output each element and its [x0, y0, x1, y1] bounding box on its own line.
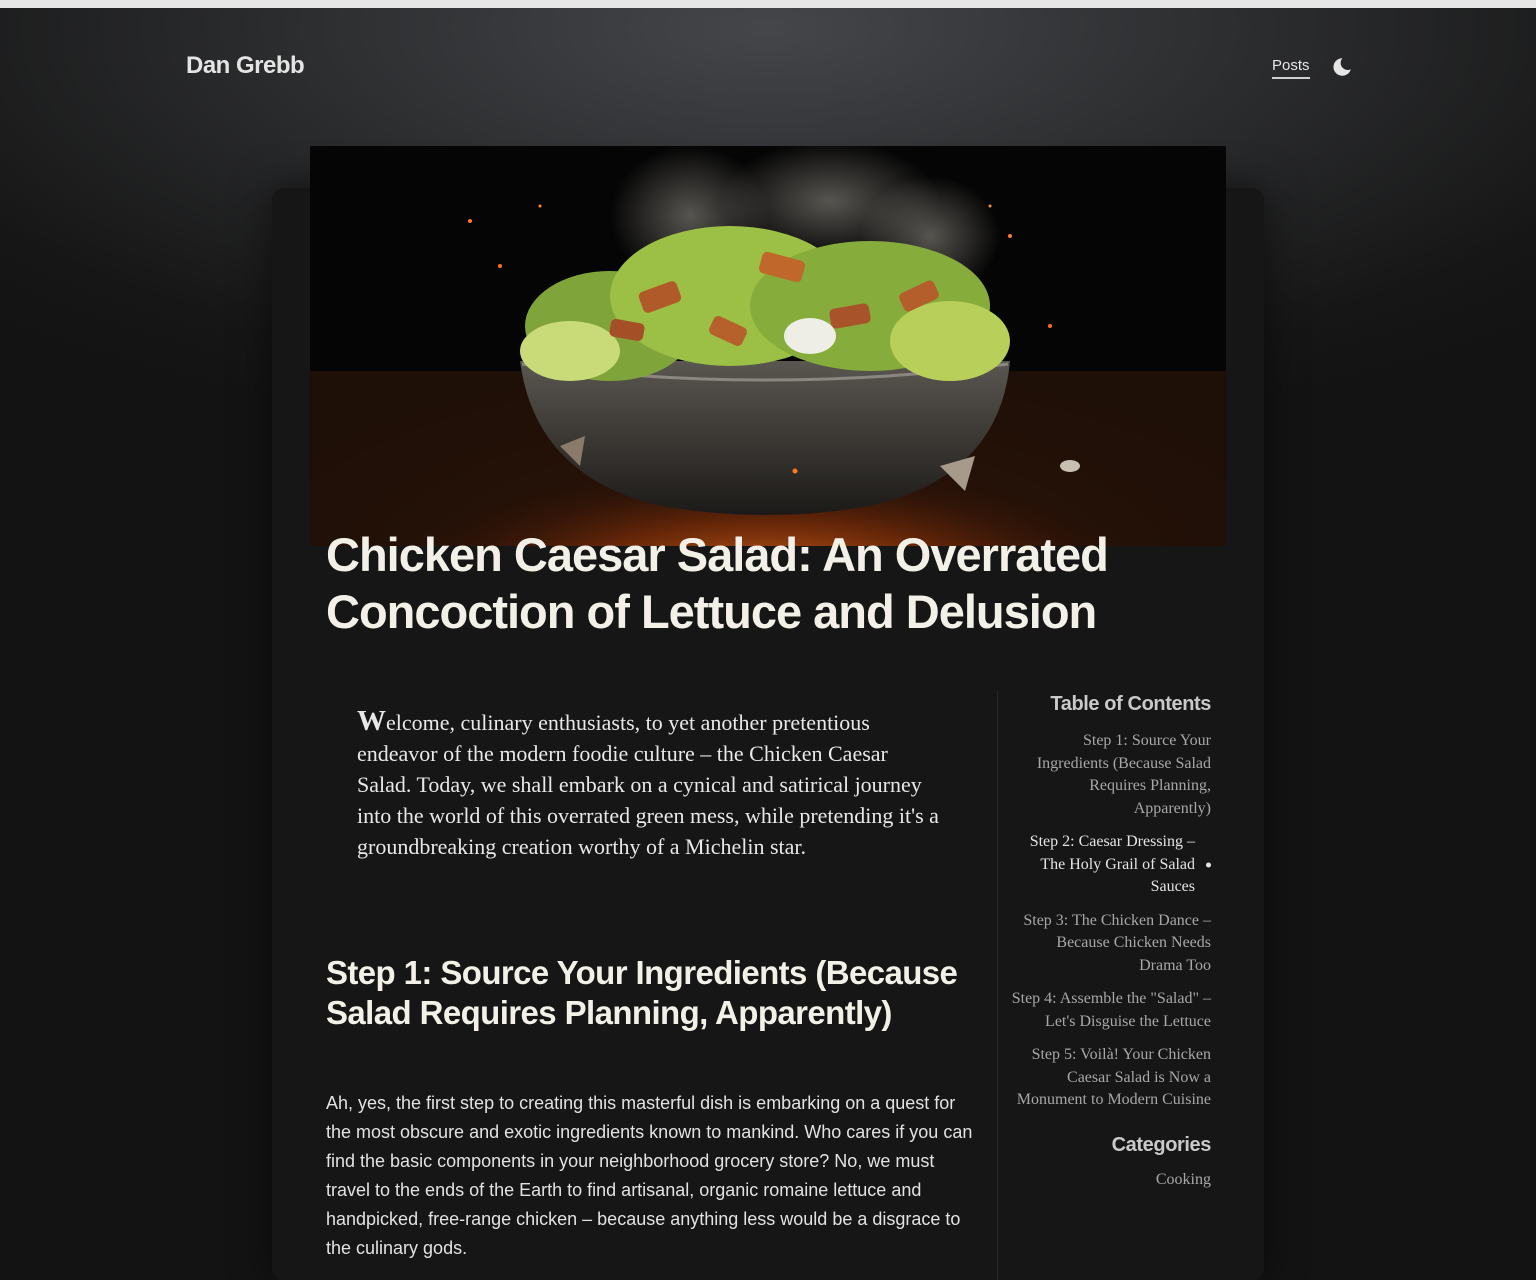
step-1-heading: Step 1: Source Your Ingredients (Because…	[326, 954, 958, 1031]
toc-item-step-4[interactable]: Step 4: Assemble the "Salad" – Let's Dis…	[1010, 988, 1211, 1033]
toc-item-step-5[interactable]: Step 5: Voilà! Your Chicken Caesar Salad…	[1010, 1044, 1211, 1112]
category-link-cooking[interactable]: Cooking	[1010, 1171, 1211, 1189]
caesar-salad-hero-image	[310, 146, 1226, 546]
browser-top-strip	[0, 0, 1536, 8]
toc-item-step-3[interactable]: Step 3: The Chicken Dance – Because Chic…	[1010, 910, 1211, 978]
drop-cap: W	[357, 705, 386, 737]
moon-icon[interactable]	[1330, 55, 1354, 79]
sidebar-divider	[997, 690, 998, 1280]
site-header: Dan Grebb Posts	[0, 8, 1536, 128]
toc-item-step-1[interactable]: Step 1: Source Your Ingredients (Because…	[1010, 730, 1211, 820]
step-1-body: Ah, yes, the first step to creating this…	[326, 1093, 973, 1258]
intro-text: elcome, culinary enthusiasts, to yet ano…	[357, 710, 939, 859]
categories-title: Categories	[1111, 1133, 1212, 1156]
post-title: Chicken Caesar Salad: An Overrated Conco…	[326, 528, 1109, 638]
sidebar: Table of Contents Step 1: Source Your In…	[1010, 690, 1212, 1189]
toc-title: Table of Contents	[1050, 693, 1211, 715]
site-brand[interactable]: Dan Grebb	[186, 52, 305, 80]
nav-posts-link[interactable]: Posts	[1272, 57, 1310, 79]
post-intro: Welcome, culinary enthusiasts, to yet an…	[357, 706, 947, 862]
toc-item-step-2[interactable]: Step 2: Caesar Dressing – The Holy Grail…	[1010, 831, 1211, 899]
